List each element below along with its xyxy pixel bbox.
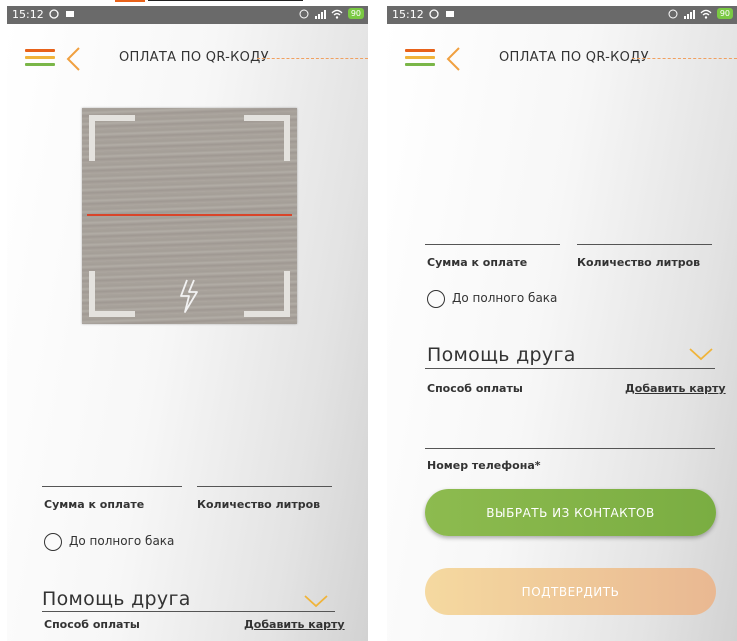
- liters-field[interactable]: [197, 486, 332, 487]
- menu-line-orange: [25, 49, 55, 52]
- add-card-link[interactable]: Добавить карту: [625, 382, 726, 395]
- back-chevron-icon[interactable]: [443, 46, 467, 72]
- amount-field[interactable]: [425, 244, 560, 245]
- menu-line-green: [25, 63, 55, 66]
- status-bar: 15:12 90: [7, 6, 368, 24]
- alarm-icon: [668, 9, 678, 18]
- full-tank-radio[interactable]: [44, 533, 62, 551]
- flash-icon[interactable]: [177, 278, 201, 314]
- status-right: 90: [299, 8, 364, 19]
- viewfinder-corner: [89, 271, 135, 317]
- menu-line-orange: [405, 49, 435, 52]
- qr-scanner-viewfinder[interactable]: [82, 108, 297, 324]
- viewfinder-corner: [244, 271, 290, 317]
- amount-label: Сумма к оплате: [44, 498, 145, 511]
- friend-help-underline: [42, 611, 335, 612]
- menu-line-green: [405, 63, 435, 66]
- message-icon: [446, 11, 454, 17]
- signal-icon: [683, 9, 695, 19]
- battery-icon: 90: [716, 8, 733, 19]
- scan-line: [87, 214, 292, 216]
- page-title: ОПЛАТА ПО QR-КОДУ: [499, 50, 649, 65]
- full-tank-label: До полного бака: [452, 291, 558, 305]
- menu-icon[interactable]: [405, 49, 435, 67]
- status-right: 90: [668, 8, 733, 19]
- add-card-link[interactable]: Добавить карту: [244, 618, 345, 631]
- viewfinder-corner: [89, 115, 135, 161]
- page-title: ОПЛАТА ПО QR-КОДУ: [119, 50, 269, 65]
- cropped-text-fragment-orange: [115, 0, 145, 2]
- friend-help-underline: [425, 368, 715, 369]
- menu-line-yellow: [405, 56, 435, 59]
- liters-field[interactable]: [577, 244, 712, 245]
- title-dash-line: [257, 58, 368, 59]
- back-chevron-icon[interactable]: [63, 46, 87, 72]
- liters-label: Количество литров: [577, 256, 701, 269]
- alarm-icon: [299, 9, 309, 18]
- notification-icon: [49, 9, 59, 19]
- app-bar: ОПЛАТА ПО QR-КОДУ: [7, 24, 368, 76]
- amount-field[interactable]: [42, 486, 182, 487]
- status-time: 15:12: [392, 8, 424, 21]
- phone-field[interactable]: [425, 448, 715, 449]
- phone-screen-form: 15:12 90 ОПЛАТА ПО QR-КОДУ Сумма к оплат…: [387, 6, 737, 641]
- amount-label: Сумма к оплате: [427, 256, 528, 269]
- full-tank-label: До полного бака: [69, 534, 175, 548]
- payment-method-label: Способ оплаты: [427, 382, 523, 395]
- chevron-down-icon[interactable]: [303, 594, 329, 608]
- status-bar: 15:12 90: [387, 6, 737, 24]
- message-icon: [66, 11, 74, 17]
- chevron-down-icon[interactable]: [688, 347, 714, 361]
- friend-help-select[interactable]: Помощь друга: [42, 588, 191, 610]
- choose-from-contacts-button[interactable]: ВЫБРАТЬ ИЗ КОНТАКТОВ: [425, 489, 716, 536]
- viewfinder-corner: [244, 115, 290, 161]
- cropped-text-fragment-black: [148, 0, 303, 1]
- friend-help-select[interactable]: Помощь друга: [427, 344, 576, 366]
- title-dash-line: [632, 58, 737, 59]
- phone-label: Номер телефона*: [427, 459, 541, 472]
- confirm-button[interactable]: ПОДТВЕРДИТЬ: [425, 568, 716, 615]
- app-bar: ОПЛАТА ПО QR-КОДУ: [387, 24, 737, 76]
- wifi-icon: [331, 9, 343, 19]
- menu-line-yellow: [25, 56, 55, 59]
- menu-icon[interactable]: [25, 49, 55, 67]
- signal-icon: [314, 9, 326, 19]
- battery-icon: 90: [347, 8, 364, 19]
- liters-label: Количество литров: [197, 498, 321, 511]
- wifi-icon: [700, 9, 712, 19]
- full-tank-radio[interactable]: [427, 290, 445, 308]
- phone-screen-scanner: 15:12 90 ОПЛАТА ПО QR-КОДУ Сумма к оплат…: [7, 6, 368, 641]
- payment-method-label: Способ оплаты: [44, 618, 140, 631]
- status-time: 15:12: [12, 8, 44, 21]
- notification-icon: [429, 9, 439, 19]
